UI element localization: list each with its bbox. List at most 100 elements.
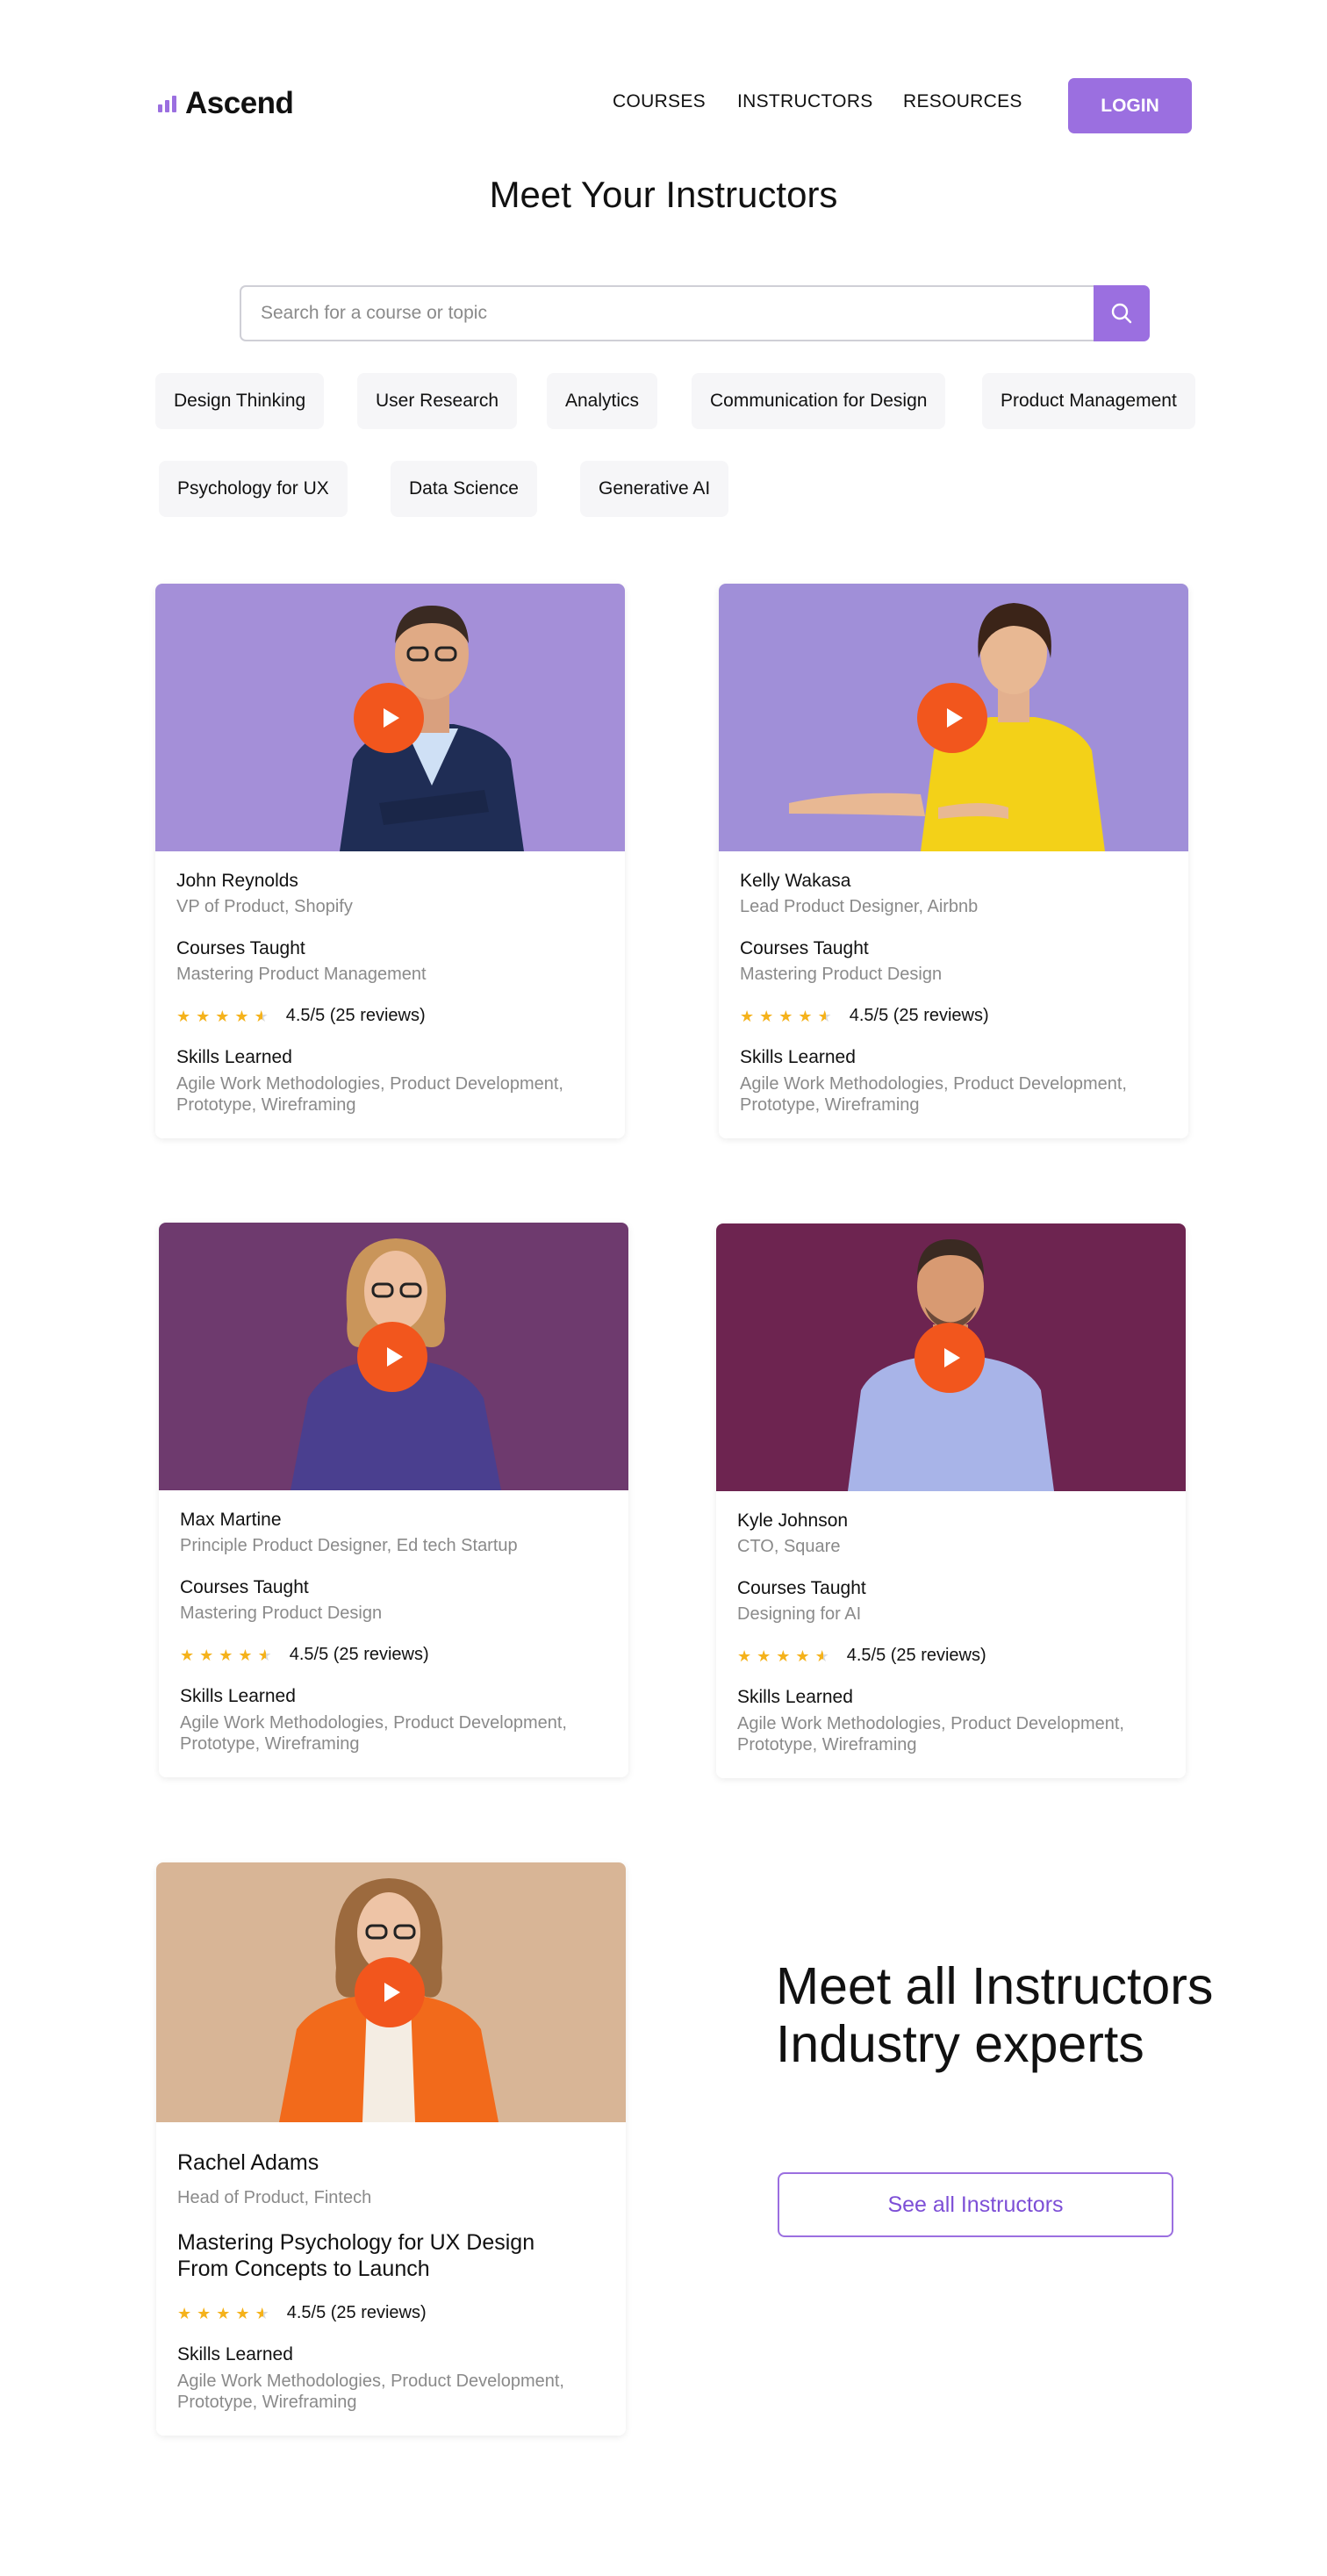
rating: ★ ★ ★ ★ ★ 4.5/5 (25 reviews)	[740, 1006, 1167, 1026]
instructor-name: Kyle Johnson	[737, 1510, 849, 1531]
rating: ★ ★ ★ ★ ★ 4.5/5 (25 reviews)	[180, 1645, 607, 1665]
play-button[interactable]	[355, 1957, 425, 2027]
course-name: Designing for AI	[737, 1604, 862, 1624]
instructor-role: Head of Product, Fintech	[177, 2188, 372, 2207]
instructor-card[interactable]: Kyle Johnson CTO, Square Courses Taught …	[716, 1223, 1186, 1778]
search-bar	[240, 285, 1150, 341]
star-icon: ★	[798, 1007, 813, 1025]
cta-heading: Meet all Instructors Industry experts	[776, 1957, 1214, 2073]
half-star-icon: ★	[814, 1647, 829, 1665]
rating: ★ ★ ★ ★ ★ 4.5/5 (25 reviews)	[737, 1646, 1165, 1666]
instructor-card[interactable]: John Reynolds VP of Product, Shopify Cou…	[155, 584, 625, 1138]
instructor-name: Rachel Adams	[177, 2150, 319, 2175]
topic-chip-communication-for-design[interactable]: Communication for Design	[692, 373, 946, 429]
instructor-photo	[155, 584, 625, 851]
course-name: Mastering Product Design	[740, 965, 943, 984]
instructor-card[interactable]: Kelly Wakasa Lead Product Designer, Airb…	[719, 584, 1188, 1138]
skills-list: Agile Work Methodologies, Product Develo…	[176, 1074, 563, 1115]
rating-text: 4.5/5 (25 reviews)	[285, 1006, 426, 1025]
topic-chip-psychology-for-ux[interactable]: Psychology for UX	[159, 461, 348, 517]
half-star-icon: ★	[255, 2304, 269, 2322]
instructor-name: Kelly Wakasa	[740, 871, 851, 891]
topic-chip-analytics[interactable]: Analytics	[547, 373, 658, 429]
skills-label: Skills Learned	[176, 1047, 292, 1067]
search-button[interactable]	[1094, 285, 1150, 341]
star-icon: ★	[180, 1646, 195, 1664]
star-icon: ★	[216, 2304, 231, 2322]
play-icon	[383, 708, 399, 728]
courses-taught-label: Courses Taught	[180, 1577, 309, 1597]
course-name: Mastering Psychology for UX Design From …	[177, 2230, 535, 2281]
logo-bars-icon	[158, 95, 176, 112]
skills-label: Skills Learned	[177, 2344, 293, 2364]
course-name: Mastering Product Design	[180, 1604, 383, 1623]
topic-chip-generative-ai[interactable]: Generative AI	[580, 461, 729, 517]
login-button[interactable]: LOGIN	[1068, 78, 1192, 133]
star-icon: ★	[219, 1646, 233, 1664]
play-button[interactable]	[917, 683, 987, 753]
star-icon: ★	[199, 1646, 214, 1664]
star-icon: ★	[176, 1007, 191, 1025]
star-icon: ★	[235, 2304, 250, 2322]
search-icon	[1111, 303, 1132, 324]
star-icon: ★	[215, 1007, 230, 1025]
star-icon: ★	[778, 1007, 793, 1025]
rating-text: 4.5/5 (25 reviews)	[849, 1006, 989, 1025]
rating: ★ ★ ★ ★ ★ 4.5/5 (25 reviews)	[176, 1006, 604, 1026]
see-all-instructors-button[interactable]: See all Instructors	[778, 2172, 1173, 2237]
play-icon	[386, 1347, 403, 1367]
rating-text: 4.5/5 (25 reviews)	[286, 2303, 427, 2322]
brand-logo[interactable]: Ascend	[158, 84, 294, 123]
skills-list: Agile Work Methodologies, Product Develo…	[737, 1714, 1124, 1754]
nav-instructors[interactable]: INSTRUCTORS	[737, 91, 873, 112]
star-icon: ★	[238, 1646, 253, 1664]
half-star-icon: ★	[257, 1646, 272, 1664]
nav-resources[interactable]: RESOURCES	[903, 91, 1022, 112]
instructor-card-featured[interactable]: Rachel Adams Head of Product, Fintech Ma…	[156, 1862, 626, 2436]
nav-courses[interactable]: COURSES	[613, 91, 706, 112]
skills-list: Agile Work Methodologies, Product Develo…	[177, 2371, 564, 2412]
rating-text: 4.5/5 (25 reviews)	[289, 1645, 429, 1664]
search-input[interactable]	[240, 285, 1094, 341]
rating-text: 4.5/5 (25 reviews)	[846, 1646, 986, 1665]
skills-list: Agile Work Methodologies, Product Develo…	[180, 1713, 567, 1754]
topic-chip-user-research[interactable]: User Research	[357, 373, 518, 429]
brand-name: Ascend	[185, 86, 294, 120]
star-icon: ★	[795, 1647, 810, 1665]
topic-chip-data-science[interactable]: Data Science	[391, 461, 537, 517]
courses-taught-label: Courses Taught	[176, 938, 305, 958]
skills-label: Skills Learned	[737, 1687, 853, 1707]
star-icon: ★	[177, 2304, 192, 2322]
star-icon: ★	[737, 1647, 752, 1665]
skills-list: Agile Work Methodologies, Product Develo…	[740, 1074, 1127, 1115]
half-star-icon: ★	[254, 1007, 269, 1025]
instructor-name: John Reynolds	[176, 871, 298, 891]
half-star-icon: ★	[817, 1007, 832, 1025]
instructor-role: Lead Product Designer, Airbnb	[740, 897, 979, 916]
instructor-card[interactable]: Max Martine Principle Product Designer, …	[159, 1223, 628, 1777]
play-icon	[943, 1348, 960, 1367]
topic-chip-product-management[interactable]: Product Management	[982, 373, 1195, 429]
star-icon: ★	[759, 1007, 774, 1025]
instructor-photo	[156, 1862, 626, 2122]
instructor-role: CTO, Square	[737, 1537, 841, 1556]
skills-label: Skills Learned	[180, 1686, 296, 1706]
course-name: Mastering Product Management	[176, 965, 427, 984]
rating: ★ ★ ★ ★ ★ 4.5/5 (25 reviews)	[177, 2303, 605, 2323]
courses-taught-label: Courses Taught	[740, 938, 869, 958]
star-icon: ★	[776, 1647, 791, 1665]
play-button[interactable]	[915, 1323, 985, 1393]
skills-label: Skills Learned	[740, 1047, 856, 1067]
star-icon: ★	[196, 1007, 211, 1025]
topic-chip-design-thinking[interactable]: Design Thinking	[155, 373, 325, 429]
play-icon	[384, 1983, 400, 2002]
courses-taught-label: Courses Taught	[737, 1578, 866, 1598]
instructor-photo	[719, 584, 1188, 851]
instructor-photo	[716, 1223, 1186, 1491]
star-icon: ★	[740, 1007, 755, 1025]
instructor-role: Principle Product Designer, Ed tech Star…	[180, 1536, 518, 1555]
instructor-name: Max Martine	[180, 1510, 282, 1530]
play-button[interactable]	[357, 1322, 427, 1392]
instructor-photo	[159, 1223, 628, 1490]
play-button[interactable]	[354, 683, 424, 753]
